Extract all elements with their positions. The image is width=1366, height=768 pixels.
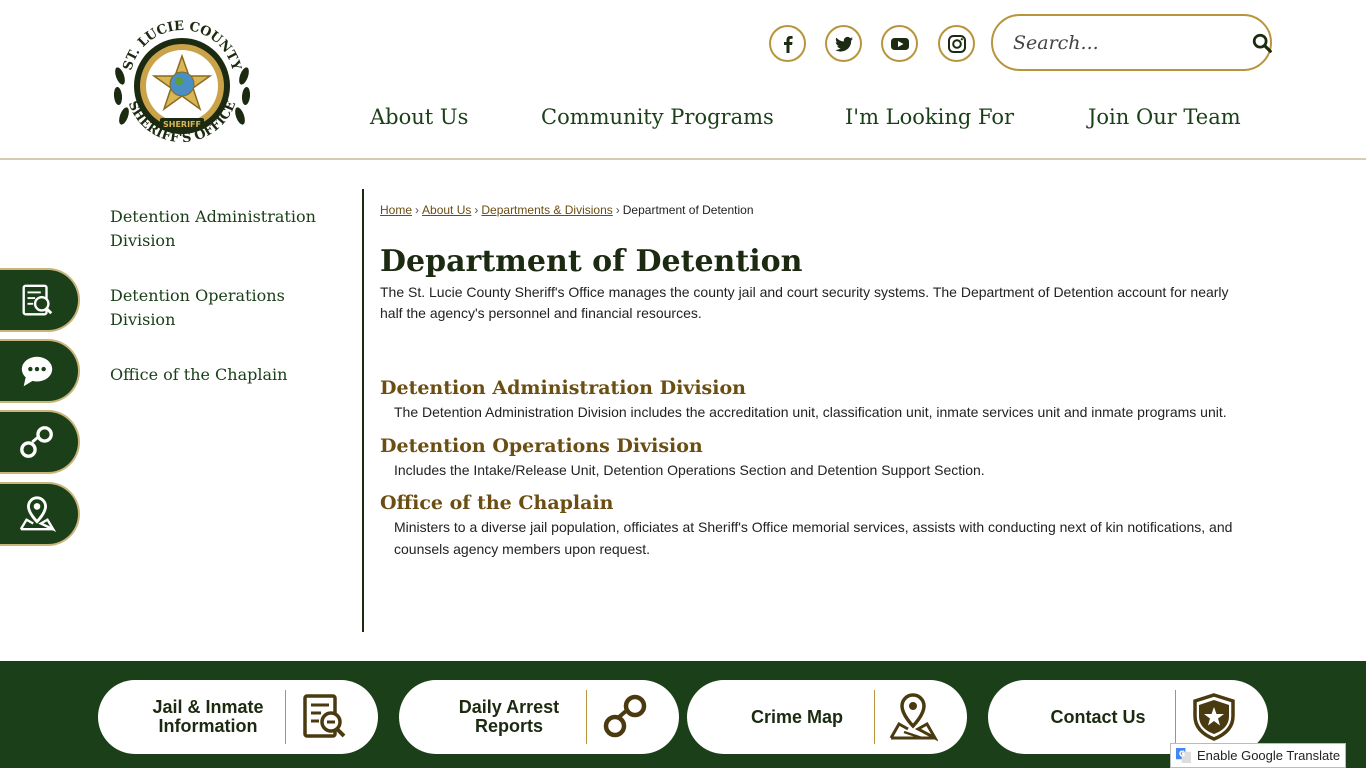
breadcrumb-separator: › [615,203,620,217]
handcuffs-icon [20,426,53,458]
section-text: Includes the Intake/Release Unit, Detent… [394,461,985,478]
quick-link-label-line2: Information [158,716,258,736]
facebook-link[interactable] [769,25,806,62]
float-crime-map[interactable] [0,482,80,546]
nav-community-programs[interactable]: Community Programs [541,105,774,129]
breadcrumb-current: Department of Detention [622,203,754,217]
jail-inmate-icon [295,688,353,746]
sidebar-item-detention-operations[interactable]: Detention Operations Division [110,284,340,332]
main-nav: About Us Community Programs I'm Looking … [0,105,1366,141]
section-chaplain: Office of the Chaplain Ministers to a di… [380,489,1240,560]
section-text: The Detention Administration Division in… [394,404,1227,420]
quick-link-jail-inmate[interactable]: Jail & Inmate Information [98,680,378,754]
youtube-icon [890,37,909,50]
page-title: Department of Detention [380,244,803,279]
youtube-link[interactable] [881,25,918,62]
quick-link-daily-arrest[interactable]: Daily Arrest Reports [399,680,679,754]
quick-link-label-line1: Daily Arrest [458,697,560,717]
twitter-link[interactable] [825,25,862,62]
sidebar-item-chaplain[interactable]: Office of the Chaplain [110,363,340,387]
breadcrumb: Home › About Us › Departments & Divisions › De… [380,203,1240,219]
quick-link-label-line2: Reports [474,716,543,736]
sidebar-item-detention-administration[interactable]: Detention Administration Division [110,205,340,253]
breadcrumb-separator: › [474,203,479,217]
sidebar-nav: Detention Administration Division Detent… [110,205,340,418]
quick-link-crime-map[interactable]: Crime Map [687,680,967,754]
facebook-icon [783,35,793,53]
google-translate-label: Enable Google Translate [1197,748,1341,763]
jail-inmate-icon [22,284,53,316]
instagram-link[interactable] [938,25,975,62]
instagram-icon [947,34,966,53]
site-header: ST. LUCIE COUNTY SHERIFF SHERIFF'S OFFIC… [0,0,1366,160]
search-button[interactable] [1251,29,1273,57]
quick-link-label-line1: Crime Map [750,706,844,727]
search-icon [1252,33,1272,53]
google-translate-button[interactable]: G Enable Google Translate [1170,743,1346,768]
section-detention-operations: Detention Operations Division Includes t… [380,432,1240,482]
breadcrumb-about-us[interactable]: About Us [422,203,471,217]
section-text: Ministers to a diverse jail population, … [394,519,1233,557]
quick-link-divider [1175,690,1176,744]
quick-link-label-line1: Jail & Inmate [152,697,264,717]
float-chat[interactable] [0,339,80,403]
float-jail-inmate[interactable] [0,268,80,332]
breadcrumb-separator: › [415,203,420,217]
crime-map-icon [19,496,56,532]
section-heading: Office of the Chaplain [380,492,614,514]
quick-link-label: Jail & Inmate Information [118,680,298,754]
section-heading: Detention Operations Division [380,434,703,457]
nav-looking-for[interactable]: I'm Looking For [845,105,1014,129]
section-heading: Detention Administration Division [380,377,746,399]
content-divider [362,189,364,632]
nav-join-our-team[interactable]: Join Our Team [1088,105,1241,129]
quick-link-label-line1: Contact Us [1050,706,1146,727]
section-detention-administration: Detention Administration Division The De… [380,374,1240,424]
float-handcuffs[interactable] [0,410,80,474]
main-content: Home › About Us › Departments & Divisions › De… [380,203,1240,560]
twitter-icon [834,36,853,52]
quick-link-label: Crime Map [707,680,887,754]
quick-link-divider [285,690,286,744]
quick-link-divider [586,690,587,744]
nav-about-us[interactable]: About Us [370,105,468,129]
handcuffs-icon [596,688,654,746]
breadcrumb-home[interactable]: Home [380,203,412,217]
page-intro: The St. Lucie County Sheriff's Office ma… [380,284,1229,321]
google-translate-icon: G [1176,748,1191,763]
badge-shield-icon [1185,688,1243,746]
quick-link-label: Daily Arrest Reports [419,680,599,754]
chat-icon [21,356,53,387]
breadcrumb-departments[interactable]: Departments & Divisions [481,203,612,217]
quick-link-divider [874,690,875,744]
svg-text:G: G [1179,749,1185,758]
crime-map-icon [884,688,942,746]
search-input[interactable] [1013,31,1251,54]
search-box [991,14,1272,71]
quick-link-label: Contact Us [1008,680,1188,754]
